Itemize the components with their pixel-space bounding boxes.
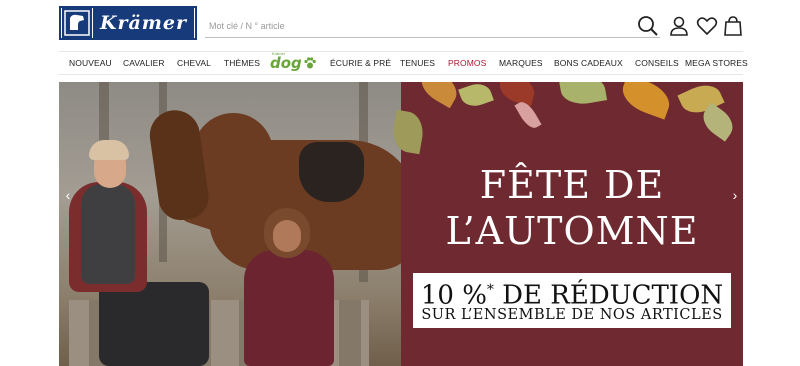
search-icon[interactable] (636, 14, 660, 38)
kramer-logo[interactable]: Krämer (59, 6, 197, 40)
site-header: Krämer (0, 0, 800, 50)
rider-right-face (273, 220, 301, 252)
nav-item-themes[interactable]: THÈMES (224, 52, 260, 74)
dog-brand-prefix: Krämer (272, 51, 286, 56)
rider-left-hat (89, 140, 129, 160)
bench-slat (339, 300, 361, 366)
banner-photo (59, 82, 419, 366)
rider-left-legs (99, 282, 209, 366)
shopping-bag-icon[interactable] (722, 15, 744, 37)
logo-wordmark: Krämer (93, 8, 194, 38)
nav-item-conseils[interactable]: CONSEILS (635, 52, 679, 74)
rider-left-vest (81, 184, 135, 284)
main-navigation: NOUVEAU CAVALIER CHEVAL THÈMES Krämer do… (59, 51, 748, 75)
nav-item-bons-cadeaux[interactable]: BONS CADEAUX (554, 52, 623, 74)
carousel-prev-icon[interactable]: ‹ (62, 186, 74, 204)
carousel-next-icon[interactable]: › (729, 186, 741, 204)
hero-banner[interactable]: FÊTE DE L’AUTOMNE 10 %* DE RÉDUCTION SUR… (59, 82, 743, 366)
nav-item-mega-stores[interactable]: MEGA STORES (685, 52, 748, 74)
dog-brand-label: dog (270, 54, 302, 72)
nav-item-nouveau[interactable]: NOUVEAU (69, 52, 112, 74)
nav-item-ecurie-pre[interactable]: ÉCURIE & PRÉ (330, 52, 391, 74)
nav-item-promos[interactable]: PROMOS (448, 52, 486, 74)
autumn-leaf (617, 82, 675, 120)
autumn-leaf (458, 82, 494, 111)
autumn-leaf (415, 82, 463, 109)
autumn-leaf (558, 82, 608, 108)
nav-item-marques[interactable]: MARQUES (499, 52, 543, 74)
paw-icon (304, 57, 316, 69)
user-icon[interactable] (668, 15, 690, 37)
nav-item-tenues[interactable]: TENUES (400, 52, 435, 74)
offer-asterisk: * (486, 282, 494, 298)
nav-item-cheval[interactable]: CHEVAL (177, 52, 211, 74)
horse-logo-icon (62, 8, 92, 38)
offer-box: 10 %* DE RÉDUCTION SUR L’ENSEMBLE DE NOS… (413, 273, 731, 328)
heart-icon[interactable] (696, 15, 718, 37)
headline-line-2: L’AUTOMNE (445, 209, 699, 253)
nav-item-kramer-dog[interactable]: Krämer dog (270, 51, 317, 72)
rider-right-vest (244, 250, 334, 366)
offer-subtext: SUR L’ENSEMBLE DE NOS ARTICLES (421, 307, 723, 323)
search-bar (205, 16, 660, 38)
search-input[interactable] (205, 16, 625, 36)
horse-head (146, 107, 212, 223)
nav-item-cavalier[interactable]: CAVALIER (123, 52, 165, 74)
saddle (299, 142, 364, 202)
headline-line-1: FÊTE DE (479, 163, 665, 207)
